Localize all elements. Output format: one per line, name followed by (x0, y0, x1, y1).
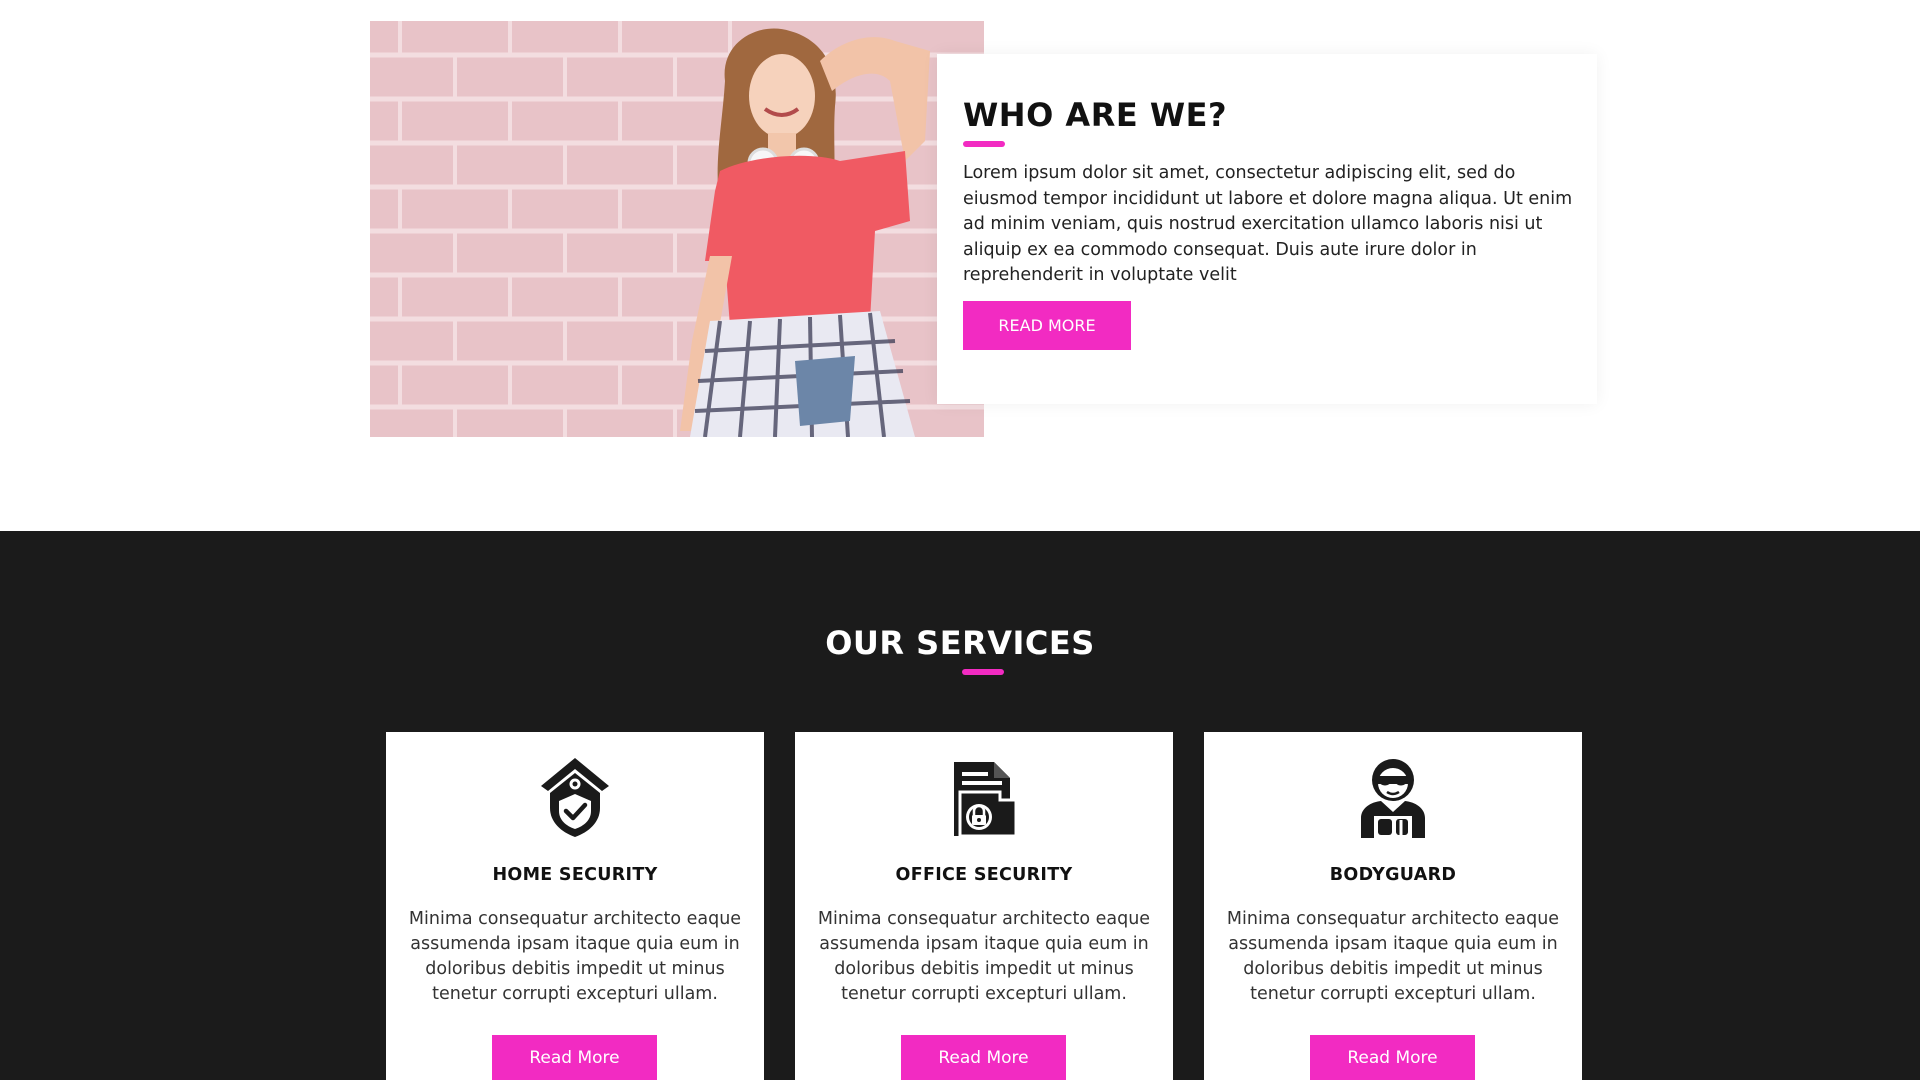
services-title-underline (962, 669, 1004, 675)
service-card-bodyguard: BODYGUARD Minima consequatur architecto … (1204, 732, 1582, 1080)
services-title: OUR SERVICES (825, 624, 1095, 662)
about-read-more-button[interactable]: READ MORE (963, 300, 1131, 350)
home-security-read-more-button[interactable]: Read More (492, 1035, 657, 1080)
service-card-text: Minima consequatur architecto eaque assu… (1226, 909, 1560, 1004)
service-card-text: Minima consequatur architecto eaque assu… (408, 909, 742, 1004)
service-card-title: OFFICE SECURITY (895, 865, 1073, 885)
service-card-title: HOME SECURITY (492, 865, 658, 885)
about-title: WHO ARE WE? (963, 96, 1228, 134)
service-card-text: Minima consequatur architecto eaque assu… (817, 909, 1151, 1004)
bodyguard-read-more-button[interactable]: Read More (1310, 1035, 1475, 1080)
woman-with-headphones-image (370, 21, 984, 437)
service-card-office-security: OFFICE SECURITY Minima consequatur archi… (795, 732, 1173, 1080)
office-security-icon (954, 762, 1018, 838)
service-card-home-security: HOME SECURITY Minima consequatur archite… (386, 732, 764, 1080)
service-card-title: BODYGUARD (1329, 865, 1457, 885)
about-title-underline (963, 141, 1005, 148)
bodyguard-icon (1361, 759, 1425, 838)
about-text: Lorem ipsum dolor sit amet, consectetur … (963, 163, 1573, 286)
services-section: OUR SERVICES HOME SECURITY Minima conseq… (0, 531, 1920, 1080)
about-photo (370, 21, 984, 437)
office-security-read-more-button[interactable]: Read More (901, 1035, 1066, 1080)
about-section: WHO ARE WE? Lorem ipsum dolor sit amet, … (0, 0, 1920, 531)
home-security-icon (541, 758, 609, 837)
about-card: WHO ARE WE? Lorem ipsum dolor sit amet, … (937, 54, 1597, 404)
